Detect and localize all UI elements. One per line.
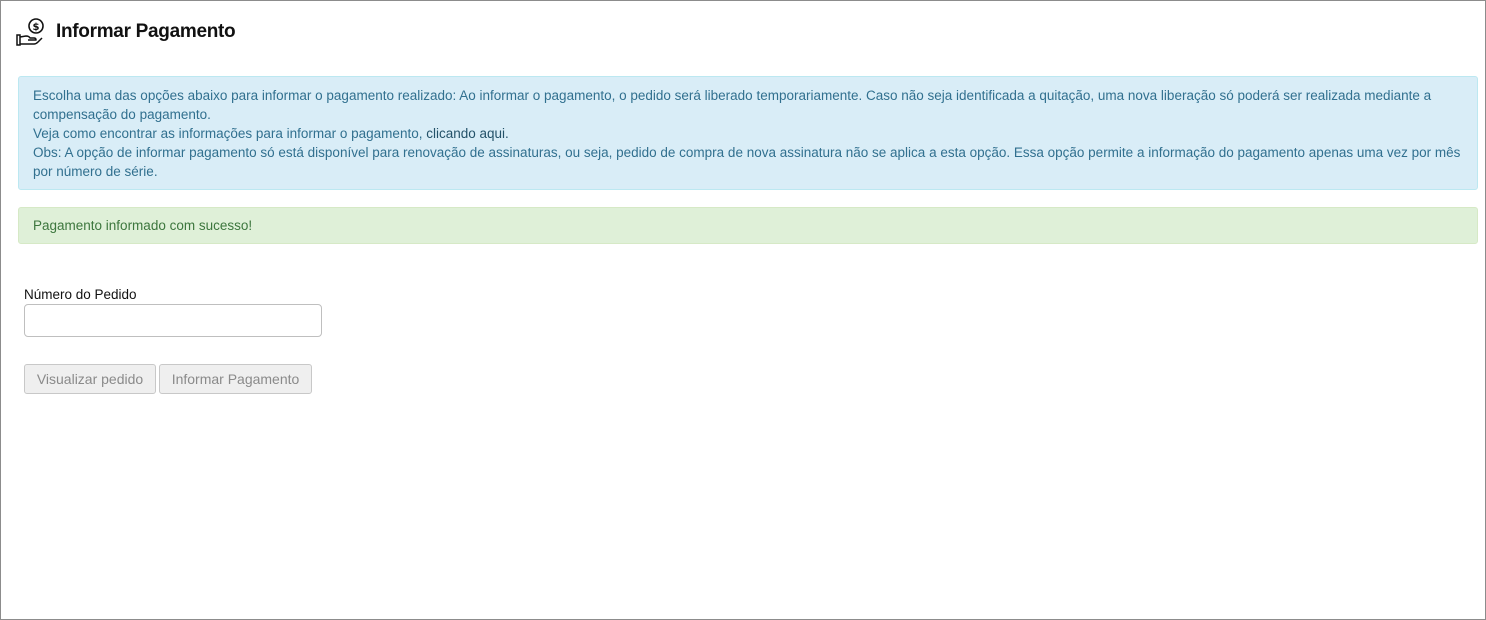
page-frame: $ Informar Pagamento Escolha uma das opç…	[0, 0, 1486, 620]
help-link[interactable]: clicando aqui.	[426, 126, 509, 141]
info-text-line-2-prefix: Veja como encontrar as informações para …	[33, 126, 427, 141]
order-number-label: Número do Pedido	[24, 287, 137, 302]
inform-payment-button[interactable]: Informar Pagamento	[159, 364, 312, 394]
success-alert: Pagamento informado com sucesso!	[18, 207, 1478, 244]
page-header: $ Informar Pagamento	[16, 16, 236, 48]
order-number-input[interactable]	[24, 304, 322, 337]
svg-text:$: $	[33, 22, 40, 33]
info-alert: Escolha uma das opções abaixo para infor…	[18, 76, 1478, 190]
hand-coin-icon: $	[16, 17, 46, 47]
page-title: Informar Pagamento	[56, 21, 236, 42]
info-text-line-1: Escolha uma das opções abaixo para infor…	[33, 88, 1432, 122]
info-text-line-2: Veja como encontrar as informações para …	[33, 124, 1463, 143]
info-text-line-3: Obs: A opção de informar pagamento só es…	[33, 145, 1461, 179]
view-order-button[interactable]: Visualizar pedido	[24, 364, 156, 394]
